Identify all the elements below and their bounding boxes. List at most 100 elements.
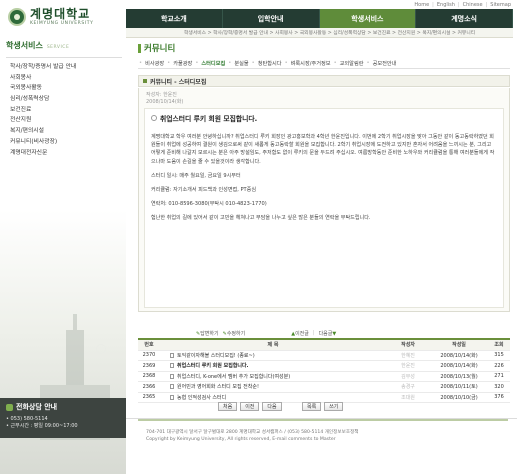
toplink-sitemap[interactable]: Sitemap [490, 2, 511, 8]
phone-consult-box: 전화상담 안내 • 053) 580-5114 • 근무시간 : 평일 09:0… [0, 398, 126, 438]
footer-address: 704-701 대구광역시 달서구 달구벌대로 2800 계명대학교 성서캠퍼스… [146, 429, 359, 443]
post-paragraph-schedule: 스터디 일시: 매주 월요일, 금요일 9시부터 [151, 172, 241, 179]
col-header-title: 제 목 [267, 342, 279, 349]
row-views: 271 [494, 373, 504, 380]
sidebar-item-it-support[interactable]: 전산지원 [10, 115, 76, 126]
gnb-item-student-service[interactable]: 학생서비스 [319, 9, 417, 28]
university-emblem-icon [8, 8, 26, 26]
next-post-link[interactable]: 다음글▼ [319, 330, 337, 337]
row-date: 2008/10/11(토) [440, 384, 478, 391]
gnb-item-admission[interactable]: 입학안내 [223, 9, 320, 28]
reply-button[interactable]: ✎답변하기 [196, 330, 219, 337]
tab-study-recruit[interactable]: 스터디모집 [199, 60, 227, 67]
tab-bisa-square[interactable]: 비사광장 [143, 60, 166, 67]
row-author: 김무성 [401, 373, 415, 380]
sidebar-item-academic[interactable]: 학사/장학/증명서 발급 안내 [10, 62, 76, 73]
tab-lost-found[interactable]: 분실물 [232, 60, 250, 67]
tab-flea-market[interactable]: 벼룩시장/주거정보 [289, 60, 333, 67]
row-date: 2008/10/14(화) [440, 363, 478, 370]
toplink-home[interactable]: Home [414, 2, 429, 8]
footer-divider [138, 419, 508, 421]
toplink-english[interactable]: English [437, 2, 455, 8]
row-no: 2370 [142, 352, 156, 359]
row-author: 조대원 [401, 394, 415, 401]
tab-cheongtan[interactable]: 청탄합시다 [256, 60, 284, 67]
col-header-no: 번호 [144, 342, 154, 349]
table-row[interactable]: 2368 취업스터디, K-one에서 멤버 추가 모집합니다(여성분) 김무성… [138, 372, 510, 382]
row-no: 2368 [142, 373, 156, 380]
edit-label: 수정하기 [226, 331, 246, 337]
sidebar-menu: 학사/장학/증명서 발급 안내 사회봉사 국외봉사활동 심리/성폭력상담 보건진… [10, 62, 76, 158]
row-no: 2366 [142, 383, 156, 390]
sidebar-item-overseas-service[interactable]: 국외봉사활동 [10, 83, 76, 94]
gnb-item-news[interactable]: 계명소식 [416, 9, 513, 28]
table-row[interactable]: 2370 토익같이자해볼 스터디모집! (종료~) 한혜진 2008/10/14… [138, 351, 510, 361]
table-row[interactable]: 2366 원어민과 영어회화 스터디 모집 전착순! 송경구 2008/10/1… [138, 382, 510, 393]
post-view: 작성자: 한윤진 2008/10/14(화) 취업스터디 루키 회원 모집합니다… [138, 88, 510, 312]
row-author: 송경구 [401, 384, 415, 391]
row-views: 376 [494, 394, 504, 401]
toplink-chinese[interactable]: Chinese [463, 2, 483, 8]
post-list-table: 번호 제 목 작성자 작성일 조회 2370 토익같이자해볼 스터디모집! (종… [138, 338, 510, 403]
row-title[interactable]: 취업스터디, K-one에서 멤버 추가 모집합니다(여성분) [160, 373, 386, 380]
row-views: 320 [494, 383, 504, 390]
row-title-text: 취업스터디, K-one에서 멤버 추가 모집합니다(여성분) [177, 373, 291, 380]
board-square-icon [143, 79, 147, 83]
gnb-item-about[interactable]: 학교소개 [126, 9, 223, 28]
post-title-text: 취업스터디 루키 회원 모집합니다. [160, 115, 258, 123]
post-paragraph-curriculum: 커리큘럼: 자기소개서 피드백과 인성면접, PT중심 [151, 187, 257, 194]
sidebar-item-welfare[interactable]: 복지/편의시설 [10, 126, 76, 137]
document-icon [170, 384, 174, 390]
edit-button[interactable]: ✎수정하기 [223, 330, 246, 337]
table-header: 번호 제 목 작성자 작성일 조회 [138, 340, 510, 351]
tab-external-notice[interactable]: 교외알림란 [338, 60, 366, 67]
write-button[interactable]: 쓰기 [324, 402, 344, 411]
page-title-text: 커뮤니티 [144, 44, 176, 54]
community-tabs: • 비사광장 • 카풀광장 • 스터디모집 • 분실물 • 청탄합시다 • 벼룩시장/주거정… [138, 58, 510, 69]
sidebar-title: 학생서비스 SERVICE [6, 40, 122, 58]
row-author: 한윤진 [401, 363, 415, 370]
post-meta-author: 작성자: 한윤진 [146, 92, 177, 98]
phone-icon [6, 403, 13, 411]
post-title: 취업스터디 루키 회원 모집합니다. [151, 113, 497, 123]
sidebar-item-e-newspaper[interactable]: 계명대전자신문 [10, 148, 76, 159]
tab-carpool[interactable]: 카풀광장 [171, 60, 194, 67]
row-title[interactable]: 원어민과 영어회화 스터디 모집 전착순! [160, 383, 386, 390]
post-paragraph-contact: 연락처: 010-8596-3080(부탁시 010-4823-1770) [151, 201, 267, 208]
sidebar-item-health[interactable]: 보건진료 [10, 105, 76, 116]
row-title[interactable]: 토익같이자해볼 스터디모집! (종료~) [160, 352, 386, 359]
row-title[interactable]: 농협 인적성검사 스터디 [160, 394, 386, 401]
title-bar-icon [138, 43, 141, 53]
next-post-label: 다음글 [318, 331, 333, 337]
consult-title: 전화상담 안내 [16, 403, 58, 411]
prev-post-link[interactable]: ▲이전글 [291, 330, 309, 337]
tab-contest[interactable]: 공모전안내 [371, 60, 399, 67]
row-title-text: 취업스터디 루키 회원 모집합니다. [177, 363, 249, 370]
logo-korean-name: 계명대학교 [30, 7, 91, 21]
first-page-button[interactable]: 처음 [218, 402, 238, 411]
post-paragraph-intro: 계명대학교 학우 여러분 안녕하십니까? 취업스터디 루키 회장인 광고홍보학과… [151, 134, 495, 165]
breadcrumb: 학생서비스 > 학사/장학/증명서 발급 안내 > 사회봉사 > 국외봉사활동 … [126, 28, 513, 38]
footer-copyright: Copyright by Keimyung University, All ri… [146, 437, 336, 442]
sidebar-item-counseling[interactable]: 심리/성폭력상담 [10, 94, 76, 105]
list-buttons: 목록 쓰기 [302, 402, 344, 411]
next-page-button[interactable]: 다음 [262, 402, 282, 411]
row-author: 한혜진 [401, 352, 415, 359]
university-logo[interactable]: 계명대학교 KEIMYUNG UNIVERSITY [8, 6, 120, 28]
row-date: 2008/10/14(화) [440, 352, 478, 359]
list-button[interactable]: 목록 [302, 402, 322, 411]
sidebar-item-community[interactable]: 커뮤니티(비사광장) [10, 137, 76, 148]
sidebar-title-korean: 학생서비스 [6, 41, 43, 50]
table-row-current[interactable]: 2369 취업스터디 루키 회원 모집합니다. 한윤진 2008/10/14(화… [138, 361, 510, 372]
sidebar-item-social-service[interactable]: 사회봉사 [10, 73, 76, 84]
prev-page-button[interactable]: 이전 [240, 402, 260, 411]
row-title[interactable]: 취업스터디 루키 회원 모집합니다. [160, 362, 386, 369]
row-no: 2365 [142, 394, 156, 401]
col-header-author: 작성자 [401, 342, 415, 349]
prev-post-label: 이전글 [295, 331, 309, 337]
page-title: 커뮤니티 [138, 42, 510, 54]
footer-address-line: 704-701 대구광역시 달서구 달구벌대로 2800 계명대학교 성서캠퍼스… [146, 430, 359, 435]
row-title-text: 토익같이자해볼 스터디모집! (종료~) [177, 352, 255, 359]
clock-icon [96, 344, 106, 354]
col-header-date: 작성일 [452, 342, 466, 349]
